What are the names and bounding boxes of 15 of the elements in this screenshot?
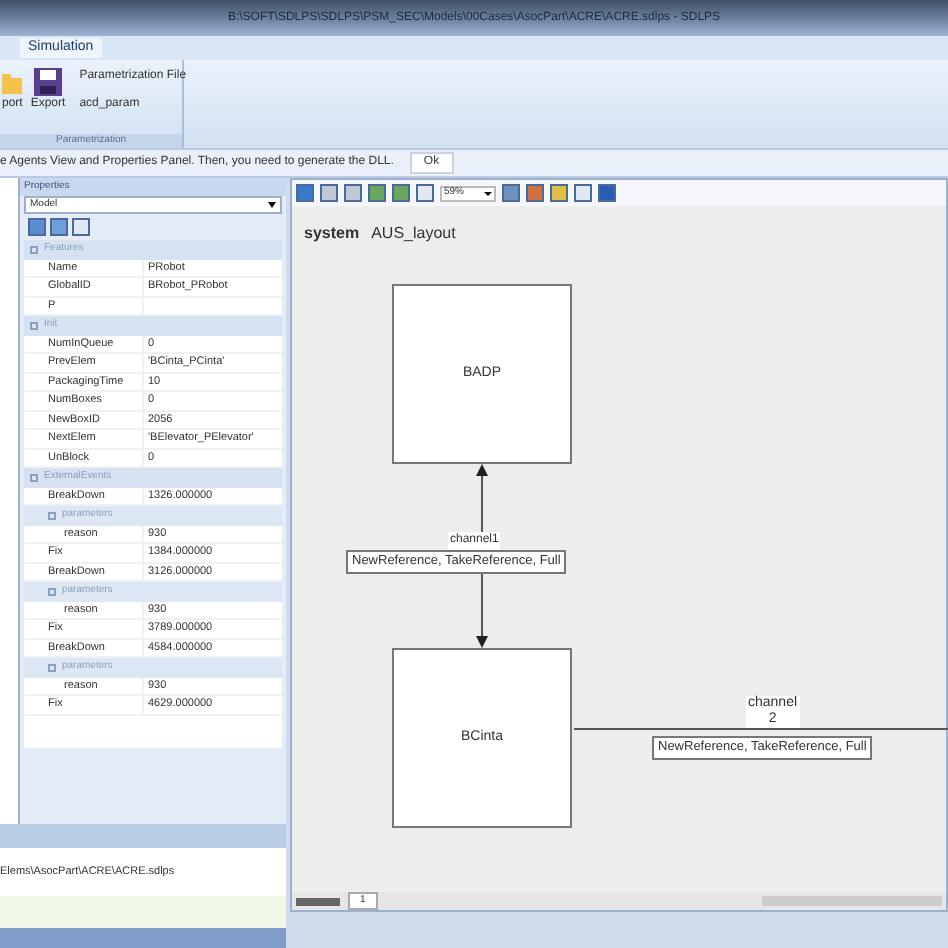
collapse-icon[interactable]	[30, 245, 38, 254]
dropdown-caret-icon	[268, 202, 276, 208]
collapse-icon[interactable]	[48, 587, 56, 596]
collapse-icon[interactable]	[48, 511, 56, 520]
collapse-icon[interactable]	[30, 473, 38, 482]
horizontal-scrollbar[interactable]	[762, 896, 942, 906]
arrow	[474, 574, 490, 648]
dropdown-caret-icon	[484, 191, 492, 195]
collapse-icon[interactable]	[48, 663, 56, 672]
arrow	[474, 464, 490, 532]
sheet-nav-icon[interactable]	[296, 897, 340, 905]
collapse-icon[interactable]	[30, 321, 38, 330]
system-keyword: system	[304, 222, 360, 246]
folder-icon	[2, 68, 23, 96]
system-name: AUS_layout	[371, 222, 456, 246]
